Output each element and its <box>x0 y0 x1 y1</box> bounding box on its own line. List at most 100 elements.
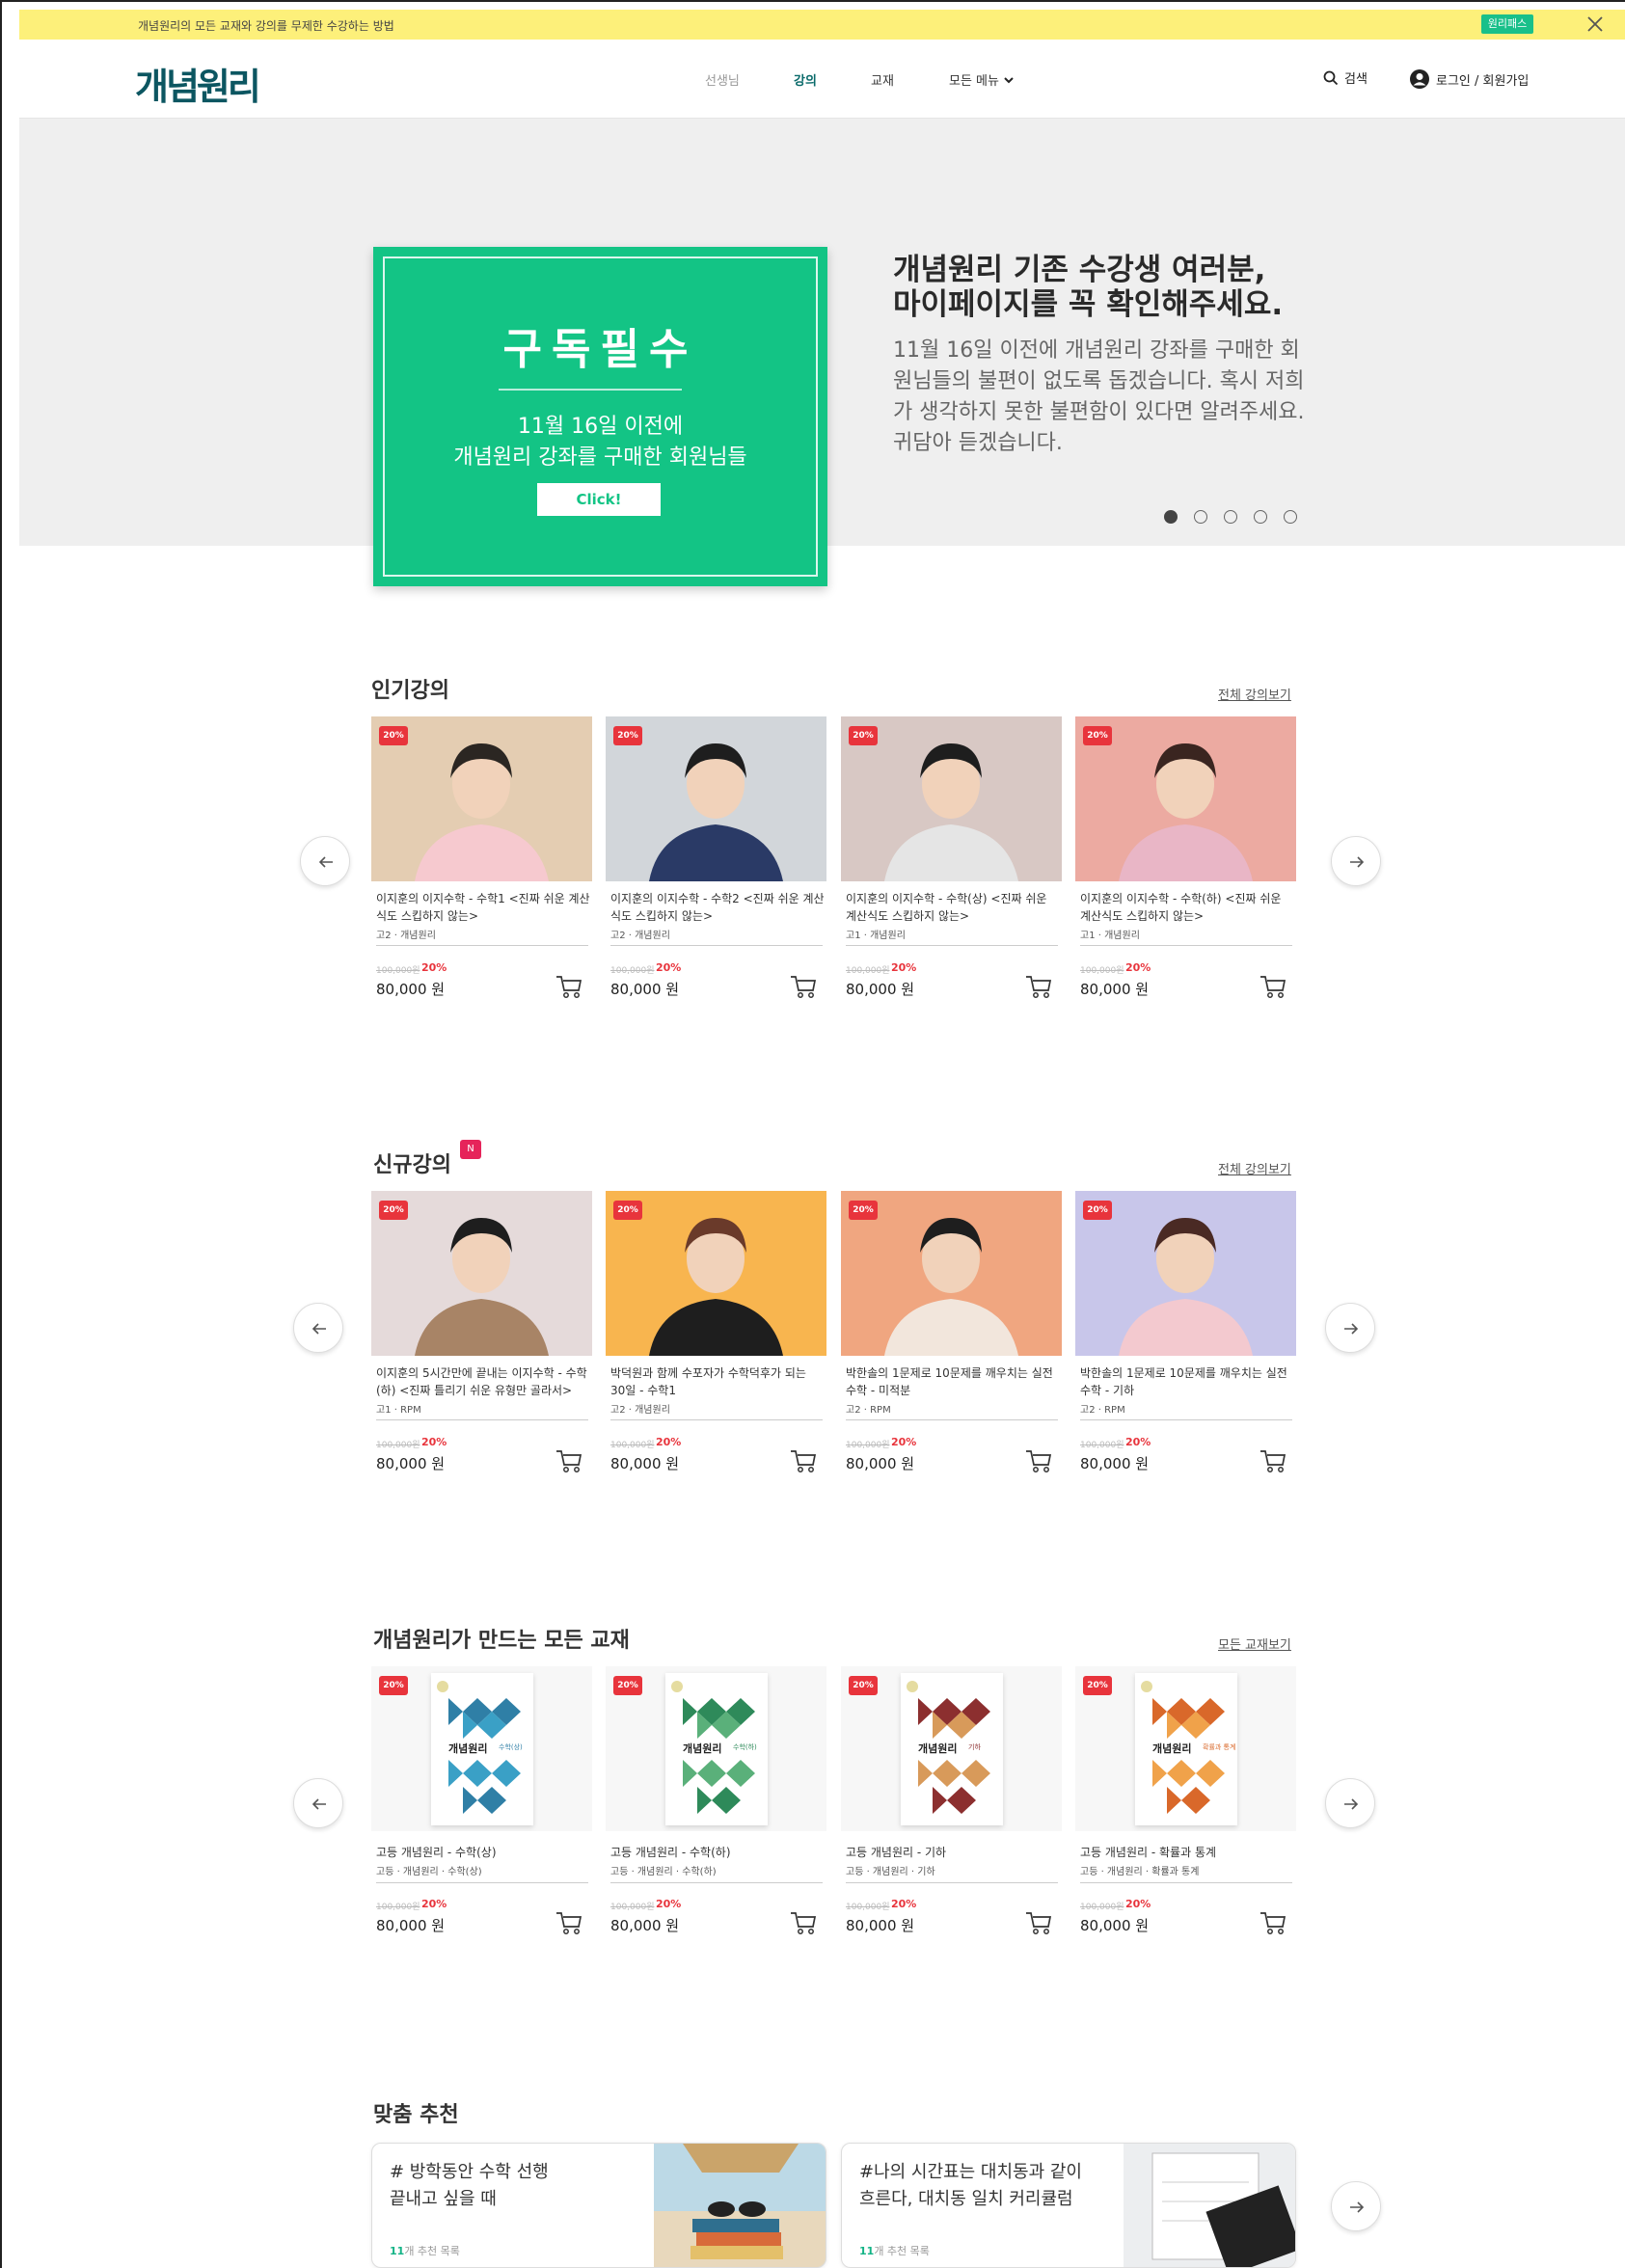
cart-icon[interactable] <box>555 1447 583 1474</box>
discount-percent: 20% <box>891 1436 917 1448</box>
discount-badge: 20% <box>849 1201 878 1220</box>
cart-icon[interactable] <box>1024 1447 1053 1474</box>
discount-badge: 20% <box>613 1676 642 1695</box>
recommend-count-suffix: 개 추천 목록 <box>404 2245 460 2257</box>
card-divider <box>376 1882 588 1883</box>
lecture-card[interactable]: 20% 박한솔의 1문제로 10문제를 깨우치는 실전수학 - 미적분 고2 · R… <box>841 1191 1062 1499</box>
recommend-section-title: 맞춤 추천 <box>373 2103 459 2127</box>
book-card[interactable]: 개념원리 수학(하) 20% 고등 개념원리 - 수학(하) 고등 · 개념원리 · 수… <box>606 1666 826 1975</box>
recommend-card[interactable]: # 방학동안 수학 선행 끝내고 싶을 때 11개 추천 목록 <box>371 2143 826 2268</box>
cart-icon[interactable] <box>1024 973 1053 1000</box>
new-prev-button[interactable] <box>293 1303 343 1353</box>
card-title[interactable]: 이지훈의 5시간만에 끝내는 이지수학 - 수학(하) <진짜 틀리기 쉬운 유… <box>376 1364 590 1399</box>
carousel-dot[interactable] <box>1164 510 1178 524</box>
lecture-card[interactable]: 20% 이지훈의 이지수학 - 수학(상) <진짜 쉬운 계산식도 스킵하지 않는… <box>841 716 1062 1025</box>
book-cover-subtitle: 기하 <box>968 1743 981 1751</box>
login-signup-button[interactable]: 로그인 / 회원가입 <box>1409 68 1529 90</box>
site-logo[interactable]: 개념원리 <box>135 57 261 110</box>
hero-heading: 개념원리 기존 수강생 여러분, 마이페이지를 꼭 확인해주세요. <box>893 253 1283 322</box>
card-meta: 고등 · 개념원리 · 확률과 통계 <box>1080 1867 1200 1877</box>
hero-body-text: 11월 16일 이전에 개념원리 강좌를 구매한 회원님들의 불편이 없도록 돕… <box>893 338 1305 455</box>
lecture-card[interactable]: 20% 이지훈의 이지수학 - 수학1 <진짜 쉬운 계산식도 스킵하지 않는> 고… <box>371 716 592 1025</box>
card-meta: 고등 · 개념원리 · 수학(상) <box>376 1867 482 1877</box>
cart-icon[interactable] <box>1259 973 1287 1000</box>
card-title[interactable]: 이지훈의 이지수학 - 수학2 <진짜 쉬운 계산식도 스킵하지 않는> <box>610 890 825 925</box>
discount-badge: 20% <box>613 1201 642 1220</box>
book-card[interactable]: 개념원리 수학(상) 20% 고등 개념원리 - 수학(상) 고등 · 개념원리 · 수… <box>371 1666 592 1975</box>
card-title[interactable]: 이지훈의 이지수학 - 수학(상) <진짜 쉬운 계산식도 스킵하지 않는> <box>846 890 1060 925</box>
beach-books-image <box>654 2144 826 2267</box>
promo-click-button[interactable]: Click! <box>537 483 661 516</box>
recommend-next-button[interactable] <box>1331 2181 1381 2231</box>
popular-prev-button[interactable] <box>300 836 350 886</box>
promo-title: 구독필수 <box>502 325 698 374</box>
lecture-card[interactable]: 20% 이지훈의 5시간만에 끝내는 이지수학 - 수학(하) <진짜 틀리기 쉬… <box>371 1191 592 1499</box>
nav-books[interactable]: 교재 <box>871 70 894 89</box>
sale-price: 80,000 원 <box>376 1917 446 1934</box>
popular-next-button[interactable] <box>1331 836 1381 886</box>
card-divider <box>846 1419 1058 1420</box>
lecture-card[interactable]: 20% 박한솔의 1문제로 10문제를 깨우치는 실전수학 - 기하 고2 · RP… <box>1075 1191 1296 1499</box>
recommend-card[interactable]: #나의 시간표는 대치동과 같이 흐른다, 대치동 일치 커리큘럼 11개 추천… <box>841 2143 1296 2268</box>
card-title[interactable]: 박한솔의 1문제로 10문제를 깨우치는 실전수학 - 미적분 <box>846 1364 1060 1399</box>
carousel-dot[interactable] <box>1224 510 1237 524</box>
card-title[interactable]: 고등 개념원리 - 확률과 통계 <box>1080 1844 1294 1861</box>
sale-price: 80,000 원 <box>610 1917 680 1934</box>
cart-icon[interactable] <box>1024 1909 1053 1936</box>
card-title[interactable]: 이지훈의 이지수학 - 수학1 <진짜 쉬운 계산식도 스킵하지 않는> <box>376 890 590 925</box>
books-next-button[interactable] <box>1325 1778 1375 1828</box>
popular-view-all-link[interactable]: 전체 강의보기 <box>1218 685 1291 703</box>
recommend-line-1: # 방학동안 수학 선행 <box>390 2162 549 2182</box>
card-title[interactable]: 고등 개념원리 - 기하 <box>846 1844 1060 1861</box>
books-prev-button[interactable] <box>293 1778 343 1828</box>
book-card[interactable]: 개념원리 기하 20% 고등 개념원리 - 기하 고등 · 개념원리 · 기하 100,0… <box>841 1666 1062 1975</box>
planner-image <box>1124 2144 1295 2267</box>
card-title[interactable]: 박덕원과 함께 수포자가 수학덕후가 되는 30일 - 수학1 <box>610 1364 825 1399</box>
books-view-all-link[interactable]: 모든 교재보기 <box>1218 1634 1291 1653</box>
nav-lectures[interactable]: 강의 <box>794 70 817 89</box>
lecture-card[interactable]: 20% 이지훈의 이지수학 - 수학(하) <진짜 쉬운 계산식도 스킵하지 않는… <box>1075 716 1296 1025</box>
cart-icon[interactable] <box>789 1447 818 1474</box>
book-cover-logo: 개념원리 <box>448 1742 488 1755</box>
card-title[interactable]: 박한솔의 1문제로 10문제를 깨우치는 실전수학 - 기하 <box>1080 1364 1294 1399</box>
lecture-card[interactable]: 20% 박덕원과 함께 수포자가 수학덕후가 되는 30일 - 수학1 고2 · 개… <box>606 1191 826 1499</box>
card-divider <box>1080 1882 1292 1883</box>
user-icon <box>1410 69 1429 89</box>
carousel-dot[interactable] <box>1254 510 1267 524</box>
cart-icon[interactable] <box>555 973 583 1000</box>
announcement-text[interactable]: 개념원리의 모든 교재와 강의를 무제한 수강하는 방법 <box>138 17 394 34</box>
card-title[interactable]: 고등 개념원리 - 수학(상) <box>376 1844 590 1861</box>
promo-line-1: 11월 16일 이전에 <box>517 415 684 439</box>
card-title[interactable]: 고등 개념원리 - 수학(하) <box>610 1844 825 1861</box>
arrow-right-icon <box>1350 856 1365 868</box>
arrow-right-icon <box>1350 2201 1365 2213</box>
book-cover-logo: 개념원리 <box>918 1742 958 1755</box>
cart-icon[interactable] <box>789 1909 818 1936</box>
carousel-dot[interactable] <box>1284 510 1297 524</box>
pass-badge-button[interactable]: 원리패스 <box>1481 14 1533 34</box>
search-button[interactable]: 검색 <box>1323 68 1368 87</box>
new-view-all-link[interactable]: 전체 강의보기 <box>1218 1159 1291 1177</box>
discount-badge: 20% <box>613 726 642 745</box>
new-next-button[interactable] <box>1325 1303 1375 1353</box>
book-card[interactable]: 개념원리 확률과 통계 20% 고등 개념원리 - 확률과 통계 고등 · 개념원리 ·… <box>1075 1666 1296 1975</box>
discount-percent: 20% <box>891 1898 917 1910</box>
lecture-card[interactable]: 20% 이지훈의 이지수학 - 수학2 <진짜 쉬운 계산식도 스킵하지 않는> 고… <box>606 716 826 1025</box>
carousel-dot[interactable] <box>1194 510 1207 524</box>
cart-icon[interactable] <box>1259 1909 1287 1936</box>
arrow-left-icon <box>318 856 333 868</box>
sale-price: 80,000 원 <box>846 1917 915 1934</box>
recommend-count-suffix: 개 추천 목록 <box>874 2245 930 2257</box>
card-title[interactable]: 이지훈의 이지수학 - 수학(하) <진짜 쉬운 계산식도 스킵하지 않는> <box>1080 890 1294 925</box>
promo-card[interactable]: 구독필수 11월 16일 이전에 개념원리 강좌를 구매한 회원님들 Click… <box>373 247 827 586</box>
close-icon[interactable] <box>1584 13 1607 36</box>
card-meta: 고1 · 개념원리 <box>1080 931 1140 941</box>
nav-teachers[interactable]: 선생님 <box>705 70 740 89</box>
cart-icon[interactable] <box>789 973 818 1000</box>
original-price: 100,000원 <box>376 1903 420 1912</box>
nav-all-menu[interactable]: 모든 메뉴 <box>949 70 1015 89</box>
cart-icon[interactable] <box>1259 1447 1287 1474</box>
discount-badge: 20% <box>1083 726 1112 745</box>
cart-icon[interactable] <box>555 1909 583 1936</box>
original-price: 100,000원 <box>1080 1903 1124 1912</box>
